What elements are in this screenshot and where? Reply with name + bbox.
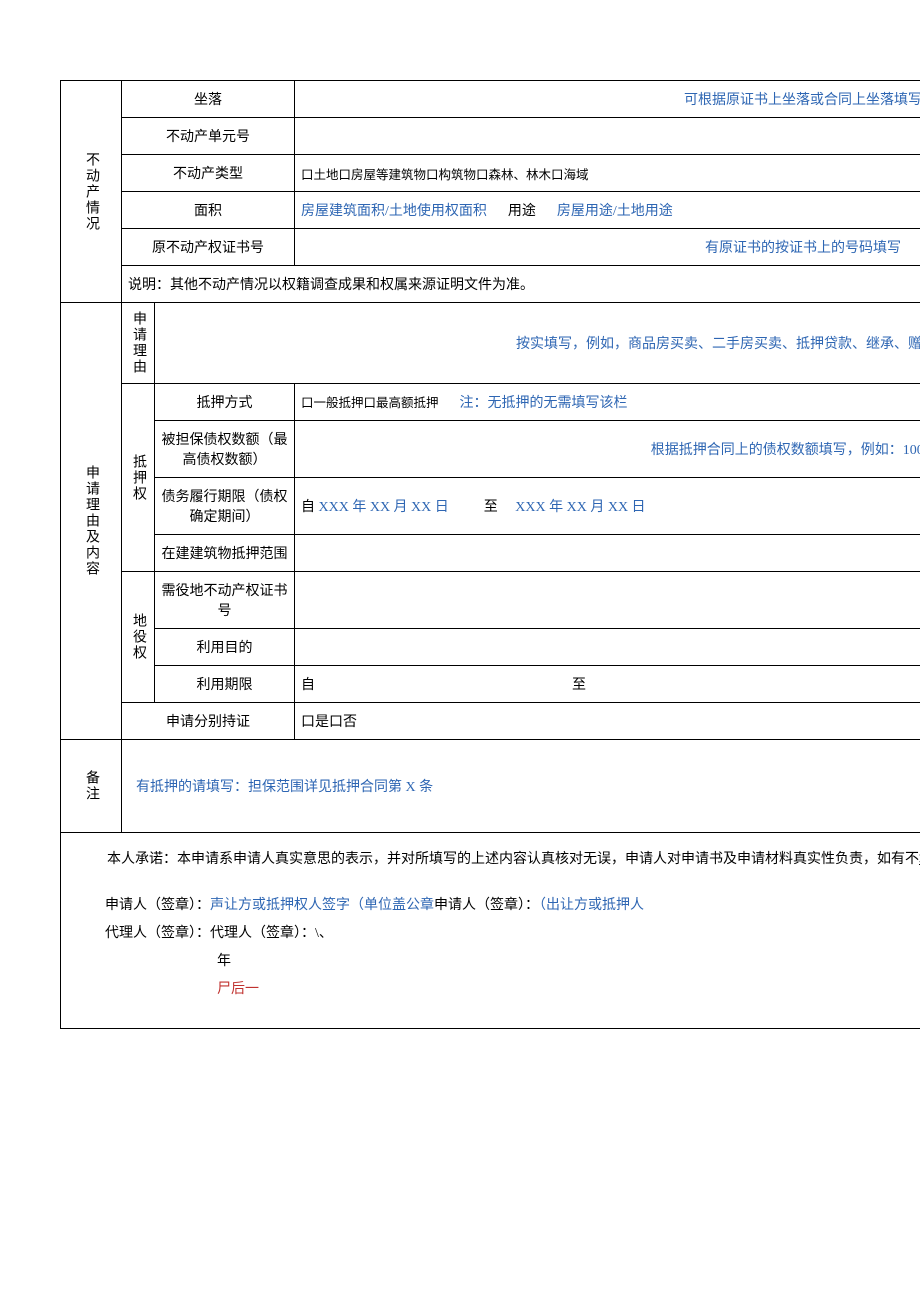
section-application-title: 申请理由及内容	[61, 303, 122, 740]
section-property-title: 不动产情况	[61, 81, 122, 303]
section-remark-value: 有抵押的请填写：担保范围详见抵押合同第 X 条	[122, 740, 920, 833]
row-origcert-value: 有原证书的按证书上的号码填写	[295, 229, 920, 266]
signature-cell: 申请人（签章）：声让方或抵押权人签字（单位盖公章申请人（签章）：（出让方或抵押人…	[61, 876, 920, 1029]
row-separate-cert-value: 口是口否	[295, 703, 920, 740]
row-area-use-label: 用途	[508, 204, 536, 219]
row-easement-purpose-label: 利用目的	[155, 629, 295, 666]
row-mortgage-label: 抵押权	[122, 384, 155, 572]
row-easement-label: 地役权	[122, 572, 155, 703]
row-area-cell: 房屋建筑面积/土地使用权面积 用途 房屋用途/土地用途	[295, 192, 920, 229]
date-left-year: 年	[217, 954, 231, 969]
row-area-value: 房屋建筑面积/土地使用权面积	[301, 204, 487, 219]
sig-agent2-label: 代理人（签章）：\、	[210, 926, 333, 941]
row-mortgage-amount-label: 被担保债权数额（最高债权数额）	[155, 421, 295, 478]
signature-row-2: 代理人（签章）：代理人（签章）：\、 y	[77, 920, 920, 948]
row-location-label: 坐落	[122, 81, 295, 118]
period-to-label: 至	[484, 500, 498, 515]
row-mortgage-period-cell: 自 XXX 年 XX 月 XX 日 至 XXX 年 XX 月 XX 日	[295, 478, 920, 535]
sig-applicant2-label: 申请人（签章）：	[434, 898, 539, 913]
row-easement-cert-label: 需役地不动产权证书号	[155, 572, 295, 629]
row-mortgage-amount-value: 根据抵押合同上的债权数额填写，例如：100 万元	[295, 421, 920, 478]
declaration-prefix: 本人承诺：本申请系申请人真实意思的表示，并对所填写的上述内容认真核对无误，申请人…	[107, 852, 919, 867]
declaration-text: 本人承诺：本申请系申请人真实意思的表示，并对所填写的上述内容认真核对无误，申请人…	[69, 843, 920, 876]
sig-applicant2-blue: （出让方或抵押人	[539, 898, 644, 913]
row-mortgage-method-options: 口一般抵押口最高额抵押	[301, 396, 439, 410]
row-mortgage-method-label: 抵押方式	[155, 384, 295, 421]
row-reason-value: 按实填写，例如，商品房买卖、二手房买卖、抵押贷款、继承、赠与等	[155, 303, 920, 384]
signature-date-row: 年尸后一 年 日一	[77, 948, 920, 1004]
period-to: XXX 年 XX 月 XX 日	[515, 500, 645, 515]
period-from: XXX 年 XX 月 XX 日	[319, 500, 449, 515]
row-separate-cert-label: 申请分别持证	[122, 703, 295, 740]
row-easement-cert-value	[295, 572, 920, 629]
easement-term-to: 至	[572, 678, 586, 693]
form-table: 不动产情况 坐落 可根据原证书上坐落或合同上坐落填写 不动产单元号 不动产类型 …	[60, 80, 920, 1029]
row-reason-label: 申请理由	[122, 303, 155, 384]
date-left-rest: 尸后一	[217, 982, 259, 997]
row-unitno-value	[295, 118, 920, 155]
row-area-label: 面积	[122, 192, 295, 229]
row-mortgage-method-cell: 口一般抵押口最高额抵押 注：无抵押的无需填写该栏	[295, 384, 920, 421]
sig-applicant1-label: 申请人（签章）：	[105, 898, 210, 913]
section-remark-title: 备注	[61, 740, 122, 833]
row-type-value: 口土地口房屋等建筑物口构筑物口森林、林木口海域	[295, 155, 920, 192]
row-location-value: 可根据原证书上坐落或合同上坐落填写	[295, 81, 920, 118]
row-mortgage-method-note: 注：无抵押的无需填写该栏	[460, 396, 628, 411]
sig-applicant1-blue: 声让方或抵押权人签字（单位盖公章	[210, 898, 434, 913]
easement-term-from: 自	[301, 678, 315, 693]
row-property-note: 说明：其他不动产情况以权籍调查成果和权属来源证明文件为准。	[122, 266, 920, 303]
row-mortgage-scope-label: 在建建筑物抵押范围	[155, 535, 295, 572]
row-unitno-label: 不动产单元号	[122, 118, 295, 155]
row-area-use-value: 房屋用途/土地用途	[557, 204, 673, 219]
row-easement-purpose-value	[295, 629, 920, 666]
row-easement-term-cell: 自 至	[295, 666, 920, 703]
row-mortgage-period-label: 债务履行期限（债权确定期间）	[155, 478, 295, 535]
sig-agent1-label: 代理人（签章）：	[105, 926, 210, 941]
period-from-prefix: 自	[301, 500, 319, 515]
row-origcert-label: 原不动产权证书号	[122, 229, 295, 266]
row-mortgage-scope-value	[295, 535, 920, 572]
declaration-cell: 本人承诺：本申请系申请人真实意思的表示，并对所填写的上述内容认真核对无误，申请人…	[61, 833, 920, 877]
row-easement-term-label: 利用期限	[155, 666, 295, 703]
signature-row-1: 申请人（签章）：声让方或抵押权人签字（单位盖公章申请人（签章）：（出让方或抵押人	[77, 892, 920, 920]
row-type-label: 不动产类型	[122, 155, 295, 192]
